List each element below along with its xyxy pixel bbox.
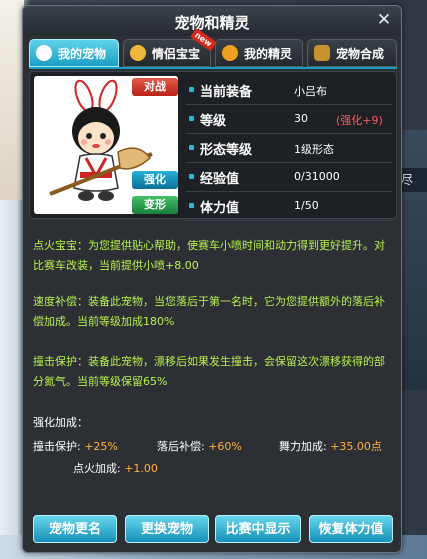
rename-pet-button[interactable]: 宠物更名 (33, 515, 117, 543)
stat-label: 等级 (200, 114, 227, 129)
tab-bar: 我的宠物 情侣宝宝 new 我的精灵 宠物合成 (29, 27, 397, 67)
show-in-race-button[interactable]: 比赛中显示 (215, 515, 301, 543)
window-title: 宠物和精灵 (174, 14, 250, 32)
action-bar: 宠物更名 更换宠物 比赛中显示 恢复体力值 (29, 512, 397, 548)
tab-my-pet[interactable]: 我的宠物 (29, 39, 119, 67)
stat-row-form-level: 形态等级 1级形态 (186, 134, 392, 163)
turtle-icon (314, 45, 330, 61)
battle-button[interactable]: 对战 (132, 78, 178, 96)
bonus-ignition: 点火加成: +1.00 (73, 462, 158, 475)
skill-descriptions: 点火宝宝：为您提供贴心帮助，使赛车小喷时间和动力得到更好提升。对比赛车改装，当前… (29, 222, 397, 512)
restore-stamina-button[interactable]: 恢复体力值 (309, 515, 393, 543)
skill-collision-protection: 撞击保护：装备此宠物，漂移后如果发生撞击，会保留这次漂移获得的部分氮气。当前等级… (33, 355, 385, 388)
close-icon[interactable]: ✕ (375, 11, 393, 29)
stat-value: 小吕布 (294, 85, 327, 98)
tab-label: 情侣宝宝 (152, 46, 201, 61)
strengthen-button[interactable]: 强化 (132, 171, 178, 189)
stat-value: 1/50 (294, 199, 319, 212)
stat-row-experience: 经验值 0/31000 (186, 163, 392, 192)
stat-value: 1级形态 (294, 143, 334, 156)
bonus-dance: 舞力加成: +35.00点 (279, 440, 382, 453)
bullet-icon (189, 203, 194, 208)
stat-row-stamina: 体力值 1/50 (186, 192, 392, 221)
stat-label: 当前装备 (200, 85, 253, 100)
bonus-collision: 撞击保护: +25% (33, 440, 118, 453)
tab-pet-synthesis[interactable]: 宠物合成 (307, 39, 397, 67)
bullet-icon (189, 116, 194, 121)
tab-couple-baby[interactable]: 情侣宝宝 new (123, 27, 217, 67)
transform-button[interactable]: 变形 (132, 196, 178, 214)
title-bar: 宠物和精灵 ✕ (23, 6, 401, 36)
stat-label: 体力值 (200, 201, 240, 216)
stat-value: 30 (294, 112, 308, 125)
pet-info-card: 对战 强化 变形 当前装备 小吕布 等级 30 (强化+9) 形态等级 1级形态 (29, 71, 397, 221)
tab-underline (29, 67, 397, 69)
stat-label: 经验值 (200, 172, 240, 187)
sprite-icon (222, 45, 238, 61)
pet-character-image (49, 79, 153, 201)
skill-ignition: 点火宝宝：为您提供贴心帮助，使赛车小喷时间和动力得到更好提升。对比赛车改装，当前… (33, 239, 385, 272)
baby-icon (130, 45, 146, 61)
bullet-icon (189, 174, 194, 179)
pet-stats: 当前装备 小吕布 等级 30 (强化+9) 形态等级 1级形态 经验值 0/31… (186, 76, 392, 221)
bullet-icon (189, 87, 194, 92)
paw-icon (36, 45, 52, 61)
bonus-heading: 强化加成： (33, 416, 88, 429)
pet-panel: 宠物和精灵 ✕ 我的宠物 情侣宝宝 new 我的精灵 宠物合成 对战 强化 变形… (22, 5, 402, 553)
tab-label: 宠物合成 (336, 46, 385, 61)
skill-speed-compensation: 速度补偿：装备此宠物，当您落后于第一名时，它为您提供额外的落后补偿加成。当前等级… (33, 295, 385, 328)
stat-row-level: 等级 30 (强化+9) (186, 105, 392, 134)
stat-label: 形态等级 (200, 143, 253, 158)
bonus-compensation: 落后补偿: +60% (157, 440, 242, 453)
stat-value: 0/31000 (294, 170, 340, 183)
background-character (0, 0, 24, 200)
bullet-icon (189, 145, 194, 150)
stat-row-equipment: 当前装备 小吕布 (186, 76, 392, 105)
tab-my-sprite[interactable]: 我的精灵 (215, 39, 303, 67)
tab-label: 我的宠物 (58, 46, 107, 61)
pet-portrait: 对战 强化 变形 (34, 76, 178, 214)
change-pet-button[interactable]: 更换宠物 (125, 515, 209, 543)
level-bonus: (强化+9) (336, 114, 383, 127)
tab-label: 我的精灵 (244, 46, 293, 61)
